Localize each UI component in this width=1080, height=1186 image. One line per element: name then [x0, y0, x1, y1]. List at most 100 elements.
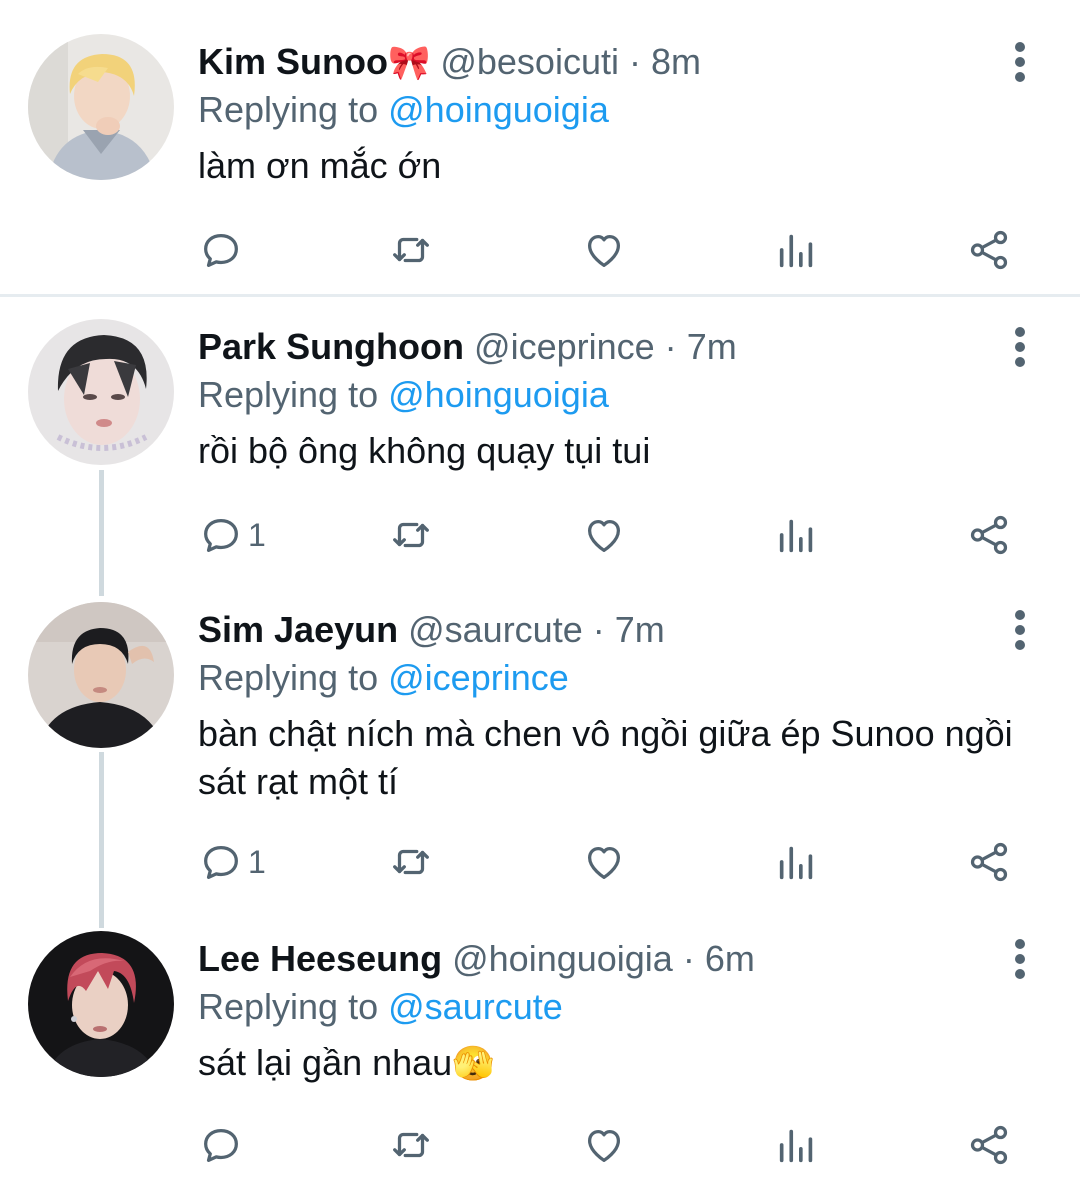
retweet-button[interactable] [388, 220, 434, 280]
more-vertical-icon [1015, 42, 1025, 52]
username[interactable]: @saurcute [408, 609, 583, 650]
more-vertical-icon-dot [1015, 57, 1025, 67]
share-icon [970, 515, 1008, 555]
display-name[interactable]: Lee Heeseung [198, 938, 442, 979]
display-name[interactable]: Kim Sunoo [198, 41, 388, 82]
more-vertical-icon [1015, 610, 1025, 620]
mention-link[interactable]: @hoinguoigia [388, 374, 609, 415]
replying-to: Replying to @iceprince [198, 654, 569, 702]
avatar-sim-jaeyun [28, 602, 174, 748]
retweet-icon [393, 237, 429, 263]
replying-to-label: Replying to [198, 374, 379, 415]
tweet-text: làm ơn mắc ớn [198, 145, 442, 186]
tweet-text-body: sát lại gần nhau [198, 1042, 453, 1083]
display-name[interactable]: Sim Jaeyun [198, 609, 398, 650]
like-button[interactable] [581, 832, 627, 892]
views-button[interactable] [774, 220, 820, 280]
more-options-button[interactable] [1004, 323, 1036, 371]
display-name[interactable]: Park Sunghoon [198, 326, 464, 367]
reply-button[interactable]: 1 [198, 505, 266, 565]
more-vertical-icon-dot [1015, 640, 1025, 650]
timestamp[interactable]: 6m [705, 938, 755, 979]
retweet-button[interactable] [388, 505, 434, 565]
tweet-2[interactable]: Park Sunghoon @iceprince · 7m Replying t… [0, 319, 1080, 569]
reply-button[interactable]: 1 [198, 832, 266, 892]
tweet-text: bàn chật ních mà chen vô ngồi giữa ép Su… [198, 713, 1013, 802]
avatar[interactable] [28, 602, 174, 748]
reply-count: 1 [248, 843, 266, 880]
mention-link[interactable]: @saurcute [388, 986, 563, 1027]
more-vertical-icon-dot [1015, 954, 1025, 964]
like-button[interactable] [581, 220, 627, 280]
reply-icon [204, 518, 238, 552]
timestamp[interactable]: 7m [687, 326, 737, 367]
retweet-button[interactable] [388, 832, 434, 892]
like-button[interactable] [581, 505, 627, 565]
more-options-button[interactable] [1004, 606, 1036, 654]
username[interactable]: @besoicuti [440, 41, 619, 82]
replying-to: Replying to @hoinguoigia [198, 371, 609, 419]
separator-dot: · [592, 609, 605, 650]
separator-dot: · [629, 41, 641, 82]
action-bar: 1 [0, 832, 1080, 892]
username[interactable]: @iceprince [474, 326, 655, 367]
retweet-button[interactable] [388, 1115, 434, 1175]
separator-dot: · [664, 326, 677, 367]
reply-icon [204, 233, 238, 267]
replying-to-label: Replying to [198, 657, 379, 698]
heart-icon [587, 846, 621, 879]
replying-to-label: Replying to [198, 986, 379, 1027]
action-bar: 1 [0, 505, 1080, 565]
tweet-header: Lee Heeseung @hoinguoigia · 6m [198, 931, 755, 987]
tweet-header: Sim Jaeyun @saurcute · 7m [198, 602, 665, 658]
tweet-1[interactable]: Kim Sunoo🎀 @besoicuti · 8m Replying to @… [0, 34, 1080, 274]
separator-dot: · [682, 938, 695, 979]
timestamp[interactable]: 8m [651, 41, 701, 82]
tweet-header: Kim Sunoo🎀 @besoicuti · 8m [198, 34, 701, 90]
retweet-icon [393, 1132, 429, 1158]
more-vertical-icon-dot [1015, 357, 1025, 367]
avatar[interactable] [28, 34, 174, 180]
ribbon-emoji: 🎀 [387, 44, 431, 82]
reply-icon [204, 845, 238, 879]
more-vertical-icon-dot [1015, 969, 1025, 979]
share-button[interactable] [966, 832, 1012, 892]
tweet-text: sát lại gần nhau🫣 [198, 1039, 1018, 1088]
avatar-park-sunghoon [28, 319, 174, 465]
replying-to: Replying to @saurcute [198, 983, 563, 1031]
reply-feed: Kim Sunoo🎀 @besoicuti · 8m Replying to @… [0, 0, 1080, 1186]
analytics-icon [779, 519, 813, 553]
avatar[interactable] [28, 931, 174, 1077]
share-button[interactable] [966, 220, 1012, 280]
views-button[interactable] [774, 832, 820, 892]
timestamp[interactable]: 7m [615, 609, 665, 650]
reply-icon [204, 1128, 238, 1162]
mention-link[interactable]: @iceprince [388, 657, 569, 698]
share-icon [970, 842, 1008, 882]
mention-link[interactable]: @hoinguoigia [388, 89, 609, 130]
share-button[interactable] [966, 505, 1012, 565]
more-vertical-icon-dot [1015, 72, 1025, 82]
views-button[interactable] [774, 1115, 820, 1175]
tweet-3[interactable]: Sim Jaeyun @saurcute · 7m Replying to @i… [0, 602, 1080, 902]
heart-icon [587, 234, 621, 267]
share-button[interactable] [966, 1115, 1012, 1175]
avatar[interactable] [28, 319, 174, 465]
share-icon [970, 230, 1008, 270]
reply-button[interactable] [198, 1115, 248, 1175]
reply-count: 1 [248, 516, 266, 553]
like-button[interactable] [581, 1115, 627, 1175]
analytics-icon [779, 234, 813, 268]
username[interactable]: @hoinguoigia [452, 938, 673, 979]
views-button[interactable] [774, 505, 820, 565]
tweet-4[interactable]: Lee Heeseung @hoinguoigia · 6m Replying … [0, 931, 1080, 1181]
more-options-button[interactable] [1004, 38, 1036, 86]
reply-button[interactable] [198, 220, 248, 280]
more-options-button[interactable] [1004, 935, 1036, 983]
retweet-icon [393, 522, 429, 548]
peeking-face-emoji: 🫣 [452, 1045, 495, 1083]
avatar-lee-heeseung [28, 931, 174, 1077]
tweet-header: Park Sunghoon @iceprince · 7m [198, 319, 737, 375]
retweet-icon [393, 849, 429, 875]
heart-icon [587, 1129, 621, 1162]
